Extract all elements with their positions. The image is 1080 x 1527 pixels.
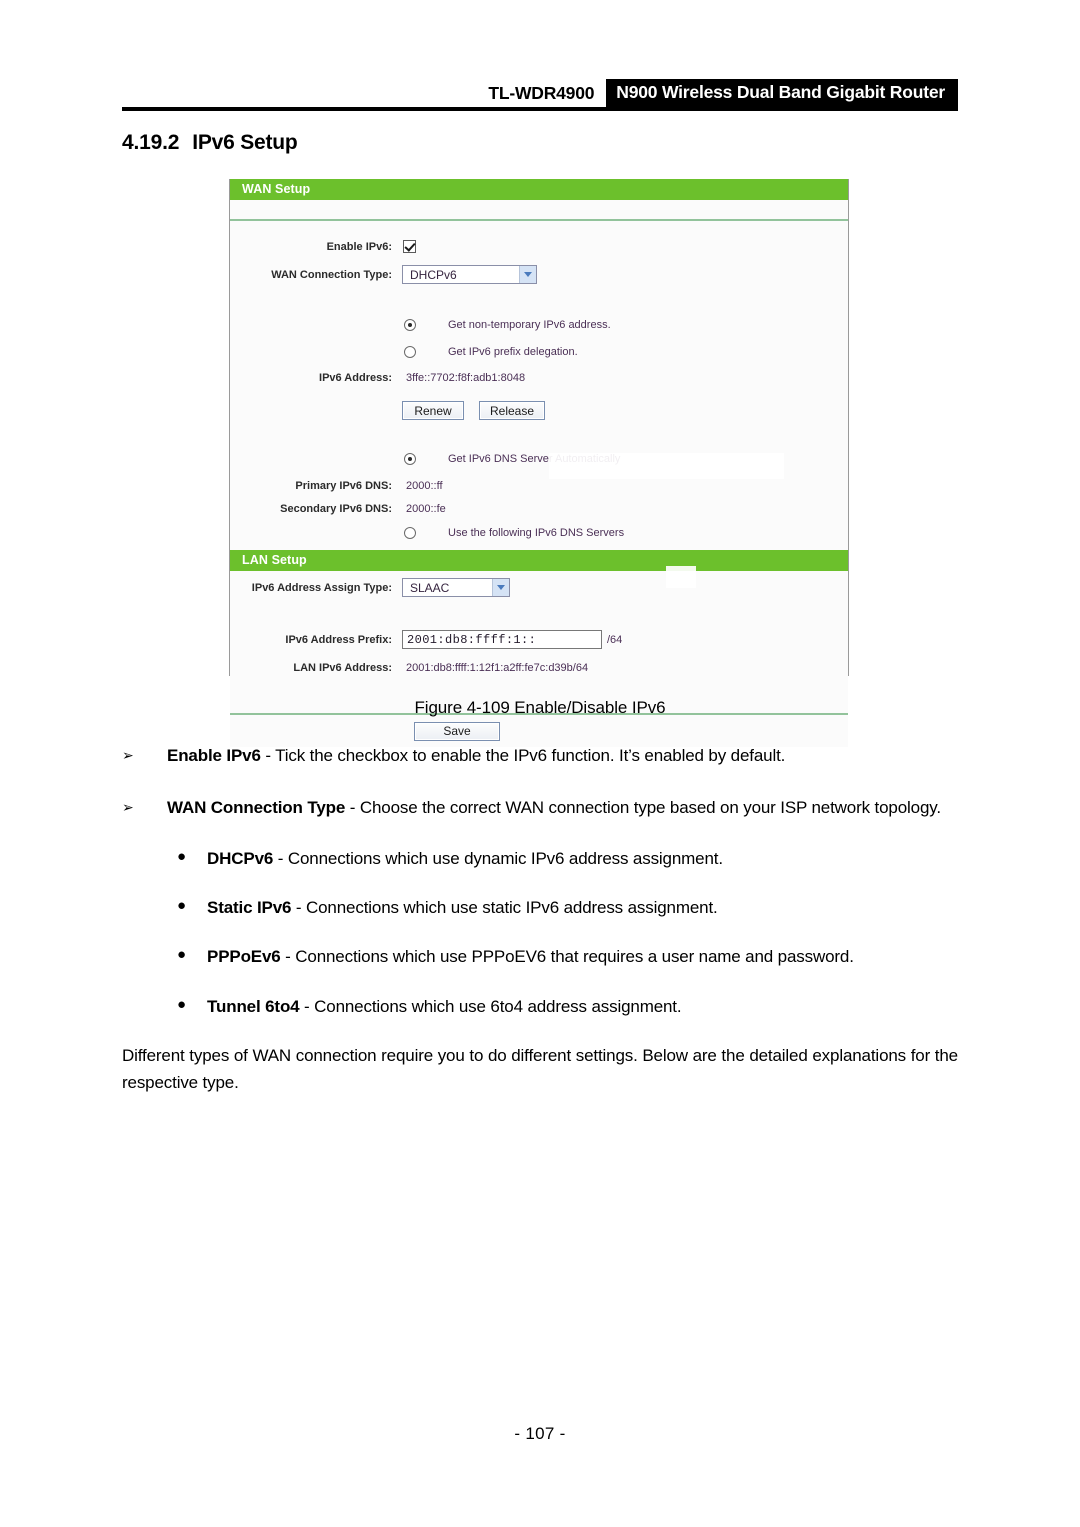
term: Tunnel 6to4 — [207, 996, 300, 1016]
wan-setup-body: Enable IPv6: WAN Connection Type: DHCPv6 — [230, 221, 848, 550]
document-running-header: TL-WDR4900 N900 Wireless Dual Band Gigab… — [122, 78, 958, 108]
list-item: ● Tunnel 6to4 - Connections which use 6t… — [122, 993, 958, 1020]
arrow-bullet-icon: ➢ — [122, 798, 134, 815]
lan-ipv6-address-row: LAN IPv6 Address: 2001:db8:ffff:1:12f1:a… — [230, 656, 848, 679]
router-web-ui-screenshot: WAN Setup Enable IPv6: WAN Connection Ty… — [229, 179, 849, 747]
get-dns-automatically-radio[interactable] — [404, 453, 416, 465]
get-non-temporary-address-label: Get non-temporary IPv6 address. — [448, 319, 611, 331]
ipv6-address-prefix-label: IPv6 Address Prefix: — [285, 633, 392, 646]
secondary-dns-value: 2000::fe — [406, 502, 446, 515]
ipv6-address-prefix-row: IPv6 Address Prefix: 2001:db8:ffff:1:: /… — [230, 628, 848, 651]
router-product-name-badge: N900 Wireless Dual Band Gigabit Router — [606, 79, 958, 107]
closing-paragraph: Different types of WAN connection requir… — [122, 1045, 958, 1093]
wan-connection-type-row: WAN Connection Type: DHCPv6 — [230, 263, 848, 286]
section-number: 4.19.2 — [122, 131, 180, 154]
ipv6-assign-type-value: SLAAC — [410, 580, 450, 595]
release-button[interactable]: Release — [479, 401, 546, 420]
get-prefix-delegation-row: Get IPv6 prefix delegation. — [230, 341, 848, 363]
ipv6-assign-type-row: IPv6 Address Assign Type: SLAAC — [230, 576, 848, 599]
description: - Choose the correct WAN connection type… — [345, 797, 941, 817]
ipv6-prefix-length-suffix: /64 — [607, 633, 623, 646]
round-bullet-icon: ● — [177, 995, 186, 1013]
list-item: ● Static IPv6 - Connections which use st… — [122, 894, 958, 921]
description: - Connections which use PPPoEV6 that req… — [280, 947, 854, 967]
wan-setup-spacer — [230, 200, 848, 219]
primary-dns-value: 2000::ff — [406, 479, 443, 492]
get-non-temporary-address-radio[interactable] — [404, 319, 416, 331]
chevron-down-icon[interactable] — [519, 266, 536, 283]
round-bullet-icon: ● — [177, 848, 186, 866]
renew-button[interactable]: Renew — [402, 401, 464, 420]
ipv6-address-value: 3ffe::7702:f8f:adb1:8048 — [406, 371, 526, 384]
list-item: ➢ Enable IPv6 - Tick the checkbox to ena… — [122, 742, 958, 770]
wan-setup-panel-header: WAN Setup — [230, 179, 848, 200]
arrow-bullet-icon: ➢ — [122, 747, 134, 763]
ipv6-address-row: IPv6 Address: 3ffe::7702:f8f:adb1:8048 — [230, 366, 848, 389]
lan-setup-body: IPv6 Address Assign Type: SLAAC IPv6 Add… — [230, 571, 848, 713]
enable-ipv6-label: Enable IPv6: — [326, 240, 392, 253]
renew-release-row: Renew Release — [230, 399, 848, 422]
get-prefix-delegation-radio[interactable] — [404, 346, 416, 358]
lan-ipv6-address-label: LAN IPv6 Address: — [293, 661, 392, 674]
page-number: - 107 - — [514, 1424, 566, 1443]
term: Enable IPv6 — [167, 746, 261, 765]
list-item: ● PPPoEv6 - Connections which use PPPoEV… — [122, 943, 958, 970]
use-following-dns-radio[interactable] — [404, 527, 416, 539]
figure-caption: Figure 4-109 Enable/Disable IPv6 — [414, 698, 666, 717]
secondary-dns-row: Secondary IPv6 DNS: 2000::fe — [230, 497, 848, 520]
description: - Tick the checkbox to enable the IPv6 f… — [260, 746, 786, 765]
scan-artifact — [549, 453, 784, 479]
wan-connection-type-value: DHCPv6 — [410, 267, 457, 282]
ipv6-address-label: IPv6 Address: — [319, 371, 392, 384]
lan-ipv6-address-value: 2001:db8:ffff:1:12f1:a2ff:fe7c:d39b/64 — [406, 661, 589, 674]
get-non-temporary-address-row: Get non-temporary IPv6 address. — [230, 314, 848, 336]
round-bullet-icon: ● — [177, 897, 186, 915]
term: Static IPv6 — [207, 898, 292, 918]
ipv6-address-prefix-input[interactable]: 2001:db8:ffff:1:: — [402, 630, 602, 649]
dns-manual-row: Use the following IPv6 DNS Servers — [230, 522, 848, 544]
section-title: IPv6 Setup — [192, 131, 298, 154]
ipv6-assign-type-label: IPv6 Address Assign Type: — [251, 581, 392, 594]
list-item: ➢ WAN Connection Type - Choose the corre… — [122, 794, 958, 822]
description: - Connections which use static IPv6 addr… — [291, 898, 718, 918]
page-title: 4.19.2 IPv6 Setup — [122, 131, 298, 155]
wan-connection-type-label: WAN Connection Type: — [271, 268, 392, 281]
term: PPPoEv6 — [207, 947, 281, 967]
header-divider-rule — [122, 107, 958, 111]
description: - Connections which use 6to4 address ass… — [299, 996, 682, 1016]
list-item: ● DHCPv6 - Connections which use dynamic… — [122, 845, 958, 872]
ipv6-assign-type-select[interactable]: SLAAC — [402, 578, 510, 597]
enable-ipv6-checkbox[interactable] — [403, 240, 416, 253]
save-button[interactable]: Save — [414, 721, 500, 741]
document-page: TL-WDR4900 N900 Wireless Dual Band Gigab… — [0, 0, 1080, 1527]
router-model-label: TL-WDR4900 — [488, 82, 595, 103]
wan-connection-type-select[interactable]: DHCPv6 — [402, 265, 537, 284]
wan-setup-top-divider — [230, 219, 848, 221]
description: - Connections which use dynamic IPv6 add… — [273, 849, 723, 869]
scan-artifact — [666, 566, 696, 588]
lan-setup-panel-header: LAN Setup — [230, 550, 848, 571]
secondary-dns-label: Secondary IPv6 DNS: — [280, 502, 392, 515]
term: WAN Connection Type — [167, 797, 346, 817]
enable-ipv6-row: Enable IPv6: — [230, 235, 848, 258]
term: DHCPv6 — [207, 849, 274, 869]
chevron-down-icon[interactable] — [492, 579, 509, 596]
use-following-dns-label: Use the following IPv6 DNS Servers — [448, 527, 625, 539]
body-content: ➢ Enable IPv6 - Tick the checkbox to ena… — [122, 742, 958, 1097]
get-prefix-delegation-label: Get IPv6 prefix delegation. — [448, 346, 578, 358]
round-bullet-icon: ● — [177, 946, 186, 964]
primary-dns-label: Primary IPv6 DNS: — [295, 479, 392, 492]
